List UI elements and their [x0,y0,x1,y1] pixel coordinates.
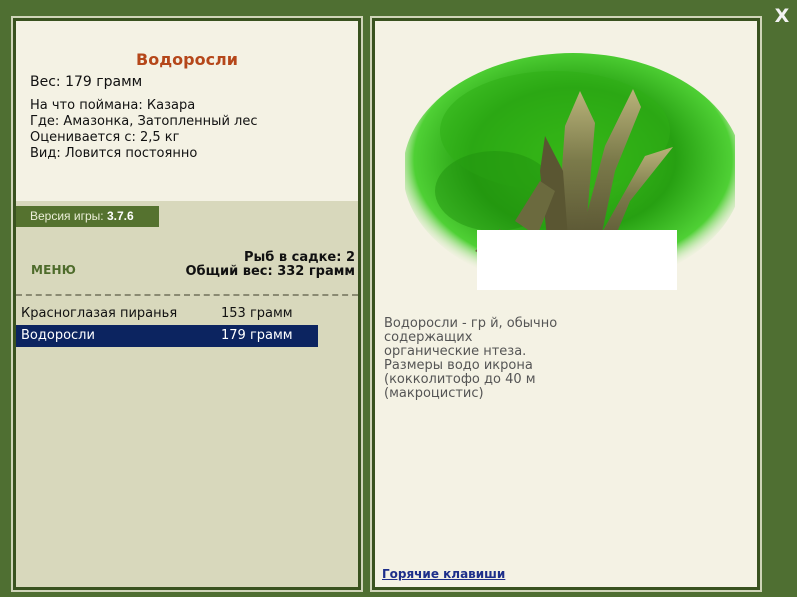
description-line: (макроцистис) [384,386,484,401]
description-line: Размеры водо икрона [384,358,533,373]
fish-description: Водоросли - гр й, обычно содержащих орга… [384,317,754,401]
fish-location: Где: Амазонка, Затопленный лес [30,114,258,129]
fish-picture-panel: Водоросли - гр й, обычно содержащих орга… [370,16,762,592]
fish-value: Оценивается с: 2,5 кг [30,130,180,145]
fish-weight: Вес: 179 грамм [30,74,143,90]
menu-button[interactable]: МЕНЮ [31,263,76,277]
fish-title: Водоросли [136,50,238,69]
catch-name: Водоросли [21,328,95,343]
fish-info-panel: Водоросли Вес: 179 грамм На что поймана:… [11,16,363,592]
picture-overlay-block [477,230,677,290]
version-label: Версия игры: [30,209,104,223]
description-line: органические нтеза. [384,344,527,359]
version-number: 3.7.6 [106,209,134,223]
keep-count: Рыб в садке: 2 [243,250,355,265]
divider [16,294,358,296]
description-line: (кокколитофо до 40 м [384,372,536,387]
fish-details: Водоросли Вес: 179 грамм На что поймана:… [16,21,358,201]
description-line: Водоросли - гр й, обычно [384,316,558,331]
fish-bait: На что поймана: Казара [30,98,196,113]
fish-info-panel-inner: Водоросли Вес: 179 грамм На что поймана:… [16,21,358,587]
catch-weight: 179 грамм [221,328,293,343]
catch-weight: 153 грамм [221,306,293,321]
version-tag: Версия игры: 3.7.6 [16,206,159,227]
keep-stats: Рыб в садке: 2 Общий вес: 332 грамм [185,251,355,279]
fish-picture-panel-inner: Водоросли - гр й, обычно содержащих орга… [375,21,757,587]
fish-kind: Вид: Ловится постоянно [30,146,198,161]
close-button[interactable]: X [772,5,792,27]
keep-total-weight: Общий вес: 332 грамм [185,264,355,279]
catch-list-item[interactable]: Красноглазая пиранья 153 грамм [16,303,318,325]
description-line: содержащих [384,330,473,345]
catch-list-item-selected[interactable]: Водоросли 179 грамм [16,325,318,347]
catch-name: Красноглазая пиранья [21,306,178,321]
hotkeys-link[interactable]: Горячие клавиши [382,567,505,581]
